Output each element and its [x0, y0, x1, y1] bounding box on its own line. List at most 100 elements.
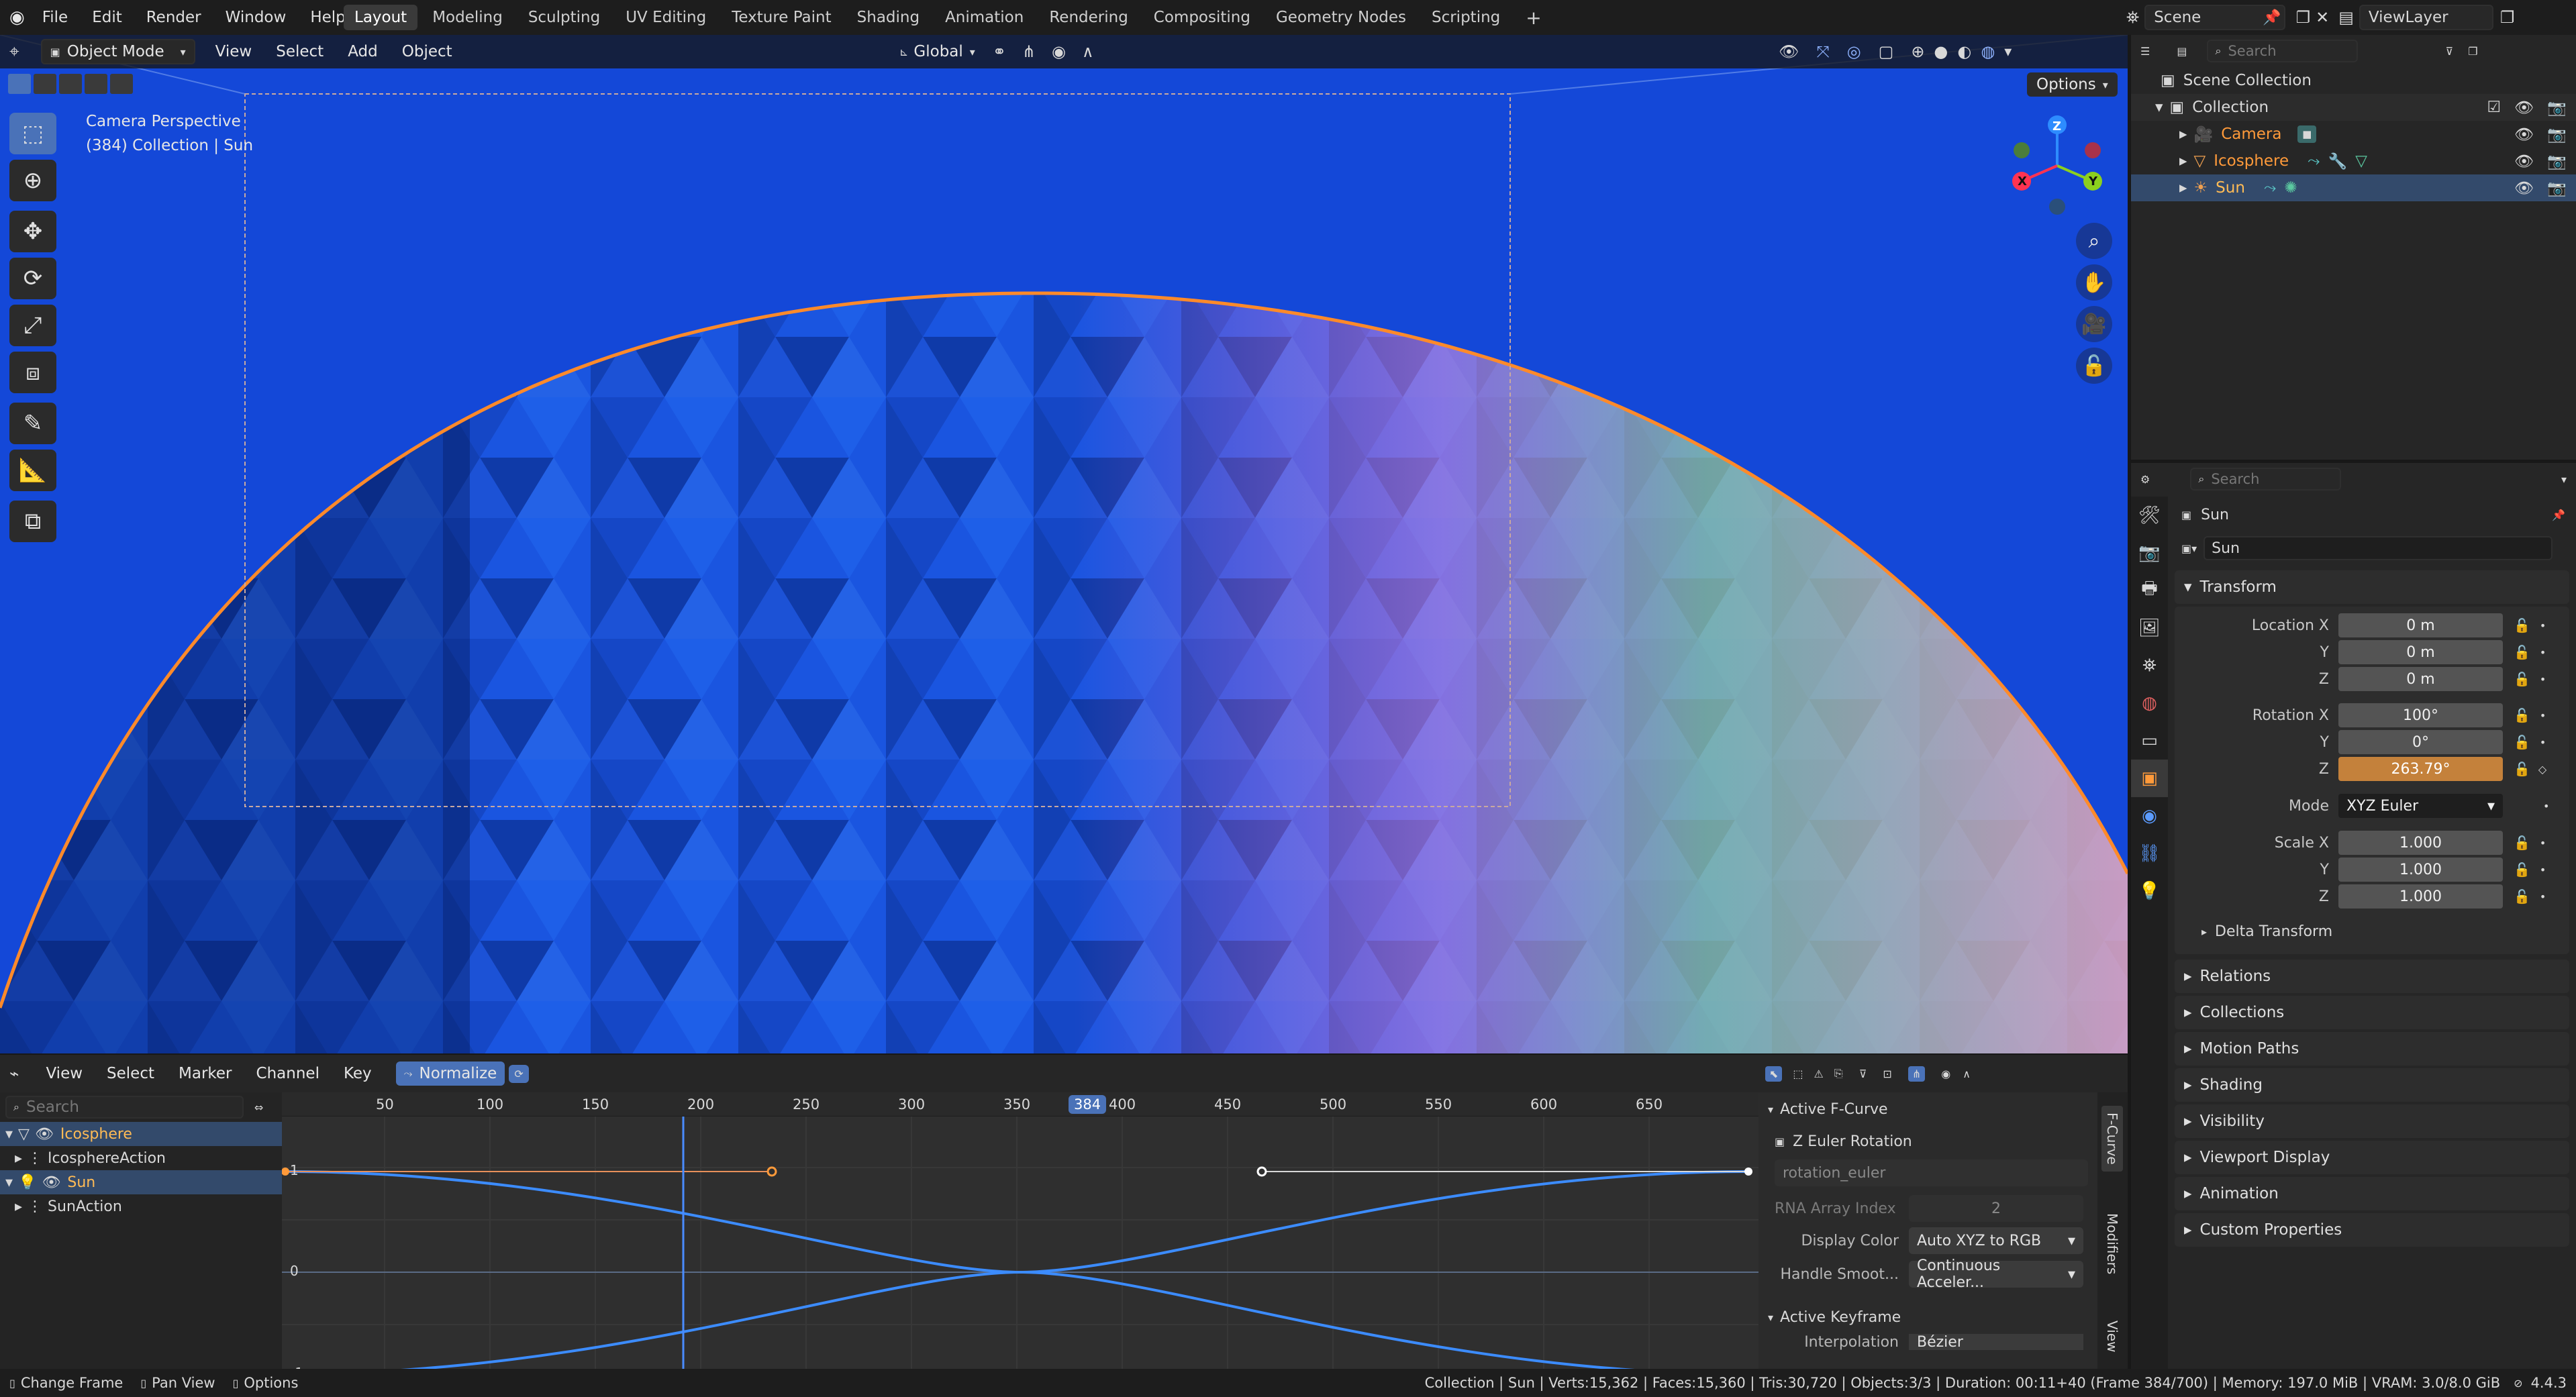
expand-arrow-icon[interactable]: ▸ — [2179, 125, 2187, 143]
eye-icon[interactable]: 👁 — [2514, 152, 2534, 170]
pin-icon[interactable]: 📌 — [2552, 509, 2565, 521]
outliner-item-camera[interactable]: ▸ 🎥 Camera ▪ 👁 📷 — [2131, 121, 2576, 148]
only-errors-icon[interactable]: ⚠ — [1814, 1068, 1824, 1080]
collapse-arrow-icon[interactable]: ▾ — [2155, 99, 2163, 116]
outliner-item-icosphere[interactable]: ▸ ▽ Icosphere ⤳ 🔧 ▽ 👁 📷 — [2131, 148, 2576, 174]
tab-uv-editing[interactable]: UV Editing — [615, 5, 717, 30]
only-selected-icon[interactable]: ⬉ — [1765, 1066, 1783, 1082]
overlay-toggle-icon[interactable]: ◎ — [1847, 42, 1861, 61]
camera-view-icon[interactable]: 🎥 — [2076, 306, 2112, 342]
camera-render-icon[interactable]: 📷 — [2547, 125, 2567, 144]
solid-shading-icon[interactable]: ● — [1934, 42, 1948, 61]
new-collection-icon[interactable]: ❐ — [2468, 45, 2477, 58]
camera-render-icon[interactable]: 📷 — [2547, 152, 2567, 170]
add-cube-tool[interactable]: ⧉ — [9, 501, 56, 542]
lock-icon[interactable]: 🔓 — [2514, 617, 2530, 633]
rotation-x-field[interactable]: 100° — [2338, 703, 2503, 727]
lock-icon[interactable]: 🔓 — [2076, 348, 2112, 384]
cursor-tool[interactable]: ⊕ — [9, 160, 56, 201]
select-intersect-icon[interactable] — [110, 74, 133, 94]
editor-type-icon[interactable]: ⌖ — [9, 42, 19, 62]
keyframe-dot-icon[interactable]: • — [2540, 736, 2546, 749]
graph-menu-select[interactable]: Select — [107, 1065, 154, 1082]
lock-icon[interactable]: 🔓 — [2514, 644, 2530, 660]
rotate-tool[interactable]: ⟳ — [9, 258, 56, 299]
proportional-edit-icon[interactable]: ◉ — [1052, 42, 1066, 61]
expand-arrow-icon[interactable]: ▸ — [2179, 179, 2187, 197]
object-datablock-icon[interactable]: ▣▾ — [2181, 542, 2197, 555]
pivot-icon[interactable]: ⚭ — [993, 42, 1006, 61]
graph-menu-channel[interactable]: Channel — [256, 1065, 319, 1082]
active-fcurve-panel-header[interactable]: ▾ Active F-Curve — [1758, 1092, 2097, 1126]
3d-viewport[interactable]: ⌖ ▣ Object Mode ▾ View Select Add Object… — [0, 35, 2128, 1053]
collapse-arrow-icon[interactable]: ▾ — [5, 1174, 13, 1191]
pin-icon[interactable]: 📌 — [2263, 9, 2281, 26]
lock-icon[interactable]: 🔓 — [2514, 761, 2530, 777]
scale-y-field[interactable]: 1.000 — [2338, 858, 2503, 882]
channel-row-icosphere-action[interactable]: ▸ ⋮ IcosphereAction — [0, 1146, 282, 1170]
custom-properties-panel-header[interactable]: ▸ Custom Properties — [2175, 1213, 2569, 1247]
output-tab-icon[interactable]: 🖶 — [2131, 572, 2168, 609]
gizmo-toggle-icon[interactable]: ⤧ — [1816, 42, 1829, 61]
visibility-icon[interactable]: 👁 — [1779, 42, 1799, 61]
channel-row-sun[interactable]: ▾ 💡 👁 Sun — [0, 1170, 282, 1194]
properties-search-field[interactable]: ⌕ Search — [2190, 468, 2342, 490]
delta-transform-subpanel[interactable]: ▸ Delta Transform — [2175, 918, 2569, 945]
active-keyframe-panel-header[interactable]: ▾ Active Keyframe — [1758, 1300, 2097, 1334]
menu-window[interactable]: Window — [226, 9, 287, 26]
swap-icon[interactable]: ⇔ — [254, 1101, 263, 1114]
measure-tool[interactable]: 📐 — [9, 450, 56, 491]
keyframe-dot-icon[interactable]: • — [2540, 709, 2546, 722]
xray-icon[interactable]: ▢ — [1879, 42, 1894, 61]
snap-icon[interactable]: ⋔ — [1022, 42, 1036, 61]
camera-render-icon[interactable]: 📷 — [2547, 179, 2567, 197]
select-subtract-icon[interactable] — [59, 74, 82, 94]
physics-tab-icon[interactable]: ◉ — [2131, 797, 2168, 835]
eye-icon[interactable]: 👁 — [2514, 125, 2534, 144]
motion-paths-panel-header[interactable]: ▸ Motion Paths — [2175, 1032, 2569, 1066]
collapse-arrow-icon[interactable]: ▾ — [5, 1126, 13, 1143]
collection-tab-icon[interactable]: ▭ — [2131, 722, 2168, 760]
outliner-item-sun[interactable]: ▸ ☀ Sun ⤳ ✺ 👁 📷 — [2131, 174, 2576, 201]
expand-arrow-icon[interactable]: ▸ — [15, 1150, 22, 1167]
add-workspace-button[interactable]: + — [1515, 3, 1552, 33]
tab-fcurve[interactable]: F-Curve — [2101, 1106, 2123, 1172]
scene-icon[interactable]: ⛯ — [2126, 8, 2139, 27]
proportional-icon[interactable]: ◉ — [1941, 1068, 1950, 1080]
keyframe-dot-icon[interactable]: • — [2540, 864, 2546, 876]
viewport-menu-add[interactable]: Add — [348, 43, 378, 60]
tab-modifiers[interactable]: Modifiers — [2101, 1206, 2123, 1281]
view-layer-field[interactable]: ViewLayer — [2359, 5, 2493, 30]
tab-scripting[interactable]: Scripting — [1421, 5, 1511, 30]
transform-tool[interactable]: ⧈ — [9, 352, 56, 393]
rotation-z-field[interactable]: 263.79° — [2338, 757, 2503, 781]
expand-arrow-icon[interactable]: ▸ — [2179, 152, 2187, 170]
channel-row-icosphere[interactable]: ▾ ▽ 👁 Icosphere — [0, 1122, 282, 1146]
auto-normalize-icon[interactable]: ⟳ — [509, 1064, 529, 1083]
view-layer-icon[interactable]: ▤ — [2338, 8, 2354, 27]
show-hidden-icon[interactable]: ⬚ — [1793, 1068, 1803, 1080]
camera-render-icon[interactable]: 📷 — [2547, 99, 2567, 117]
filter-icon[interactable]: ⊽ — [1859, 1068, 1867, 1080]
rna-index-field[interactable]: 2 — [1909, 1195, 2083, 1222]
eye-icon[interactable]: 👁 — [35, 1126, 54, 1143]
falloff-curve-icon[interactable]: ∧ — [1963, 1068, 1971, 1080]
keyframe-dot-icon[interactable]: • — [2540, 619, 2546, 632]
tab-sculpting[interactable]: Sculpting — [517, 5, 611, 30]
animation-panel-header[interactable]: ▸ Animation — [2175, 1177, 2569, 1210]
handle-smoothing-dropdown[interactable]: Continuous Acceler... ▾ — [1909, 1257, 2083, 1291]
keyframe-dot-icon[interactable]: • — [2540, 673, 2546, 686]
tab-geometry-nodes[interactable]: Geometry Nodes — [1265, 5, 1417, 30]
location-y-field[interactable]: 0 m — [2338, 640, 2503, 664]
zoom-icon[interactable]: ⌕ — [2076, 223, 2112, 259]
wireframe-shading-icon[interactable]: ⊕ — [1911, 42, 1924, 61]
falloff-icon[interactable]: ∧ — [1082, 42, 1094, 61]
lock-icon[interactable]: 🔓 — [2514, 734, 2530, 750]
eye-icon[interactable]: 👁 — [42, 1174, 60, 1191]
scale-z-field[interactable]: 1.000 — [2338, 884, 2503, 909]
move-tool[interactable]: ✥ — [9, 211, 56, 252]
world-tab-icon[interactable]: ◍ — [2131, 684, 2168, 722]
ghost-curves-icon[interactable]: ⎘ — [1834, 1067, 1843, 1080]
material-shading-icon[interactable]: ◐ — [1957, 42, 1971, 61]
light-data-tab-icon[interactable]: 💡 — [2131, 872, 2168, 910]
